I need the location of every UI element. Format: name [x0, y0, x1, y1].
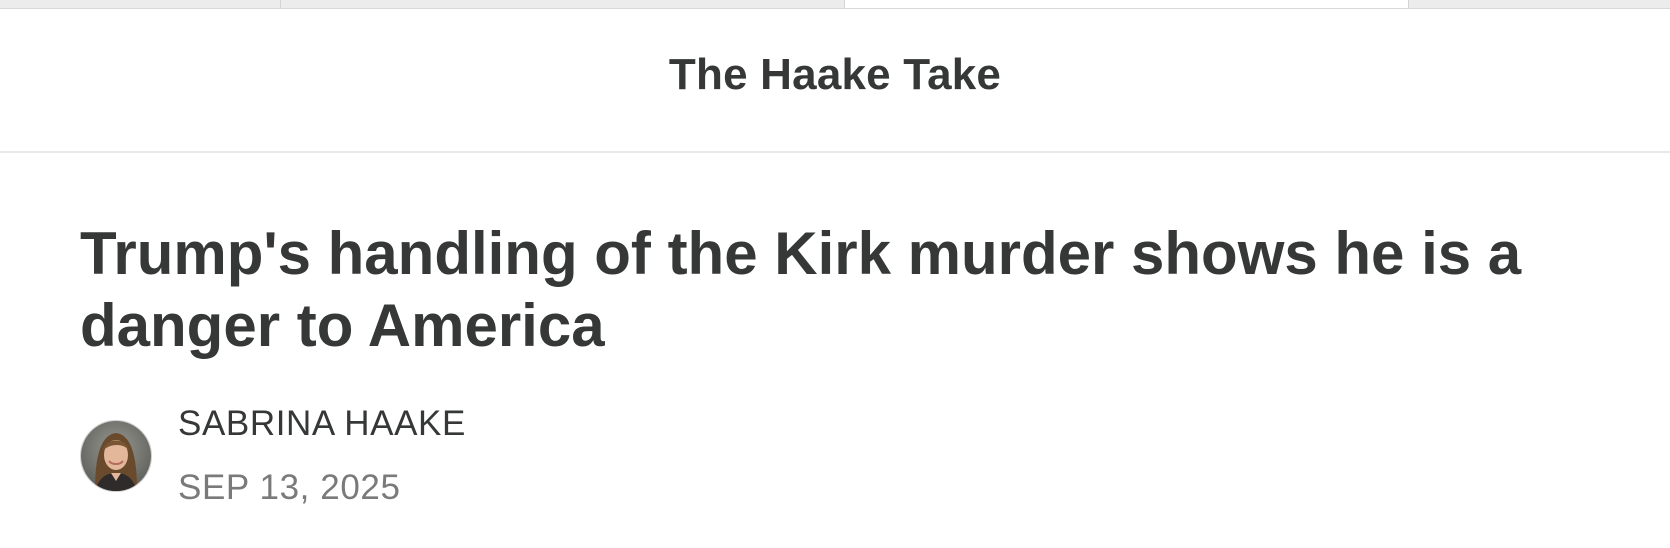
browser-tab[interactable]: [1409, 0, 1670, 8]
publication-title-link[interactable]: The Haake Take: [669, 50, 1001, 100]
byline: SABRINA HAAKE SEP 13, 2025: [80, 402, 466, 510]
browser-tab[interactable]: [0, 0, 281, 8]
post-date: SEP 13, 2025: [178, 468, 401, 507]
browser-tab-strip: [0, 0, 1670, 9]
author-name-link[interactable]: SABRINA HAAKE: [178, 402, 466, 446]
post-title: Trump's handling of the Kirk murder show…: [80, 220, 1522, 359]
browser-tab[interactable]: [281, 0, 845, 8]
publication-header: The Haake Take: [0, 9, 1670, 153]
browser-tab-active[interactable]: [845, 0, 1409, 8]
avatar-photo-icon: [81, 421, 151, 491]
author-avatar[interactable]: [80, 420, 152, 492]
article: Trump's handling of the Kirk murder show…: [80, 218, 1580, 362]
byline-meta: SABRINA HAAKE SEP 13, 2025: [178, 402, 466, 510]
